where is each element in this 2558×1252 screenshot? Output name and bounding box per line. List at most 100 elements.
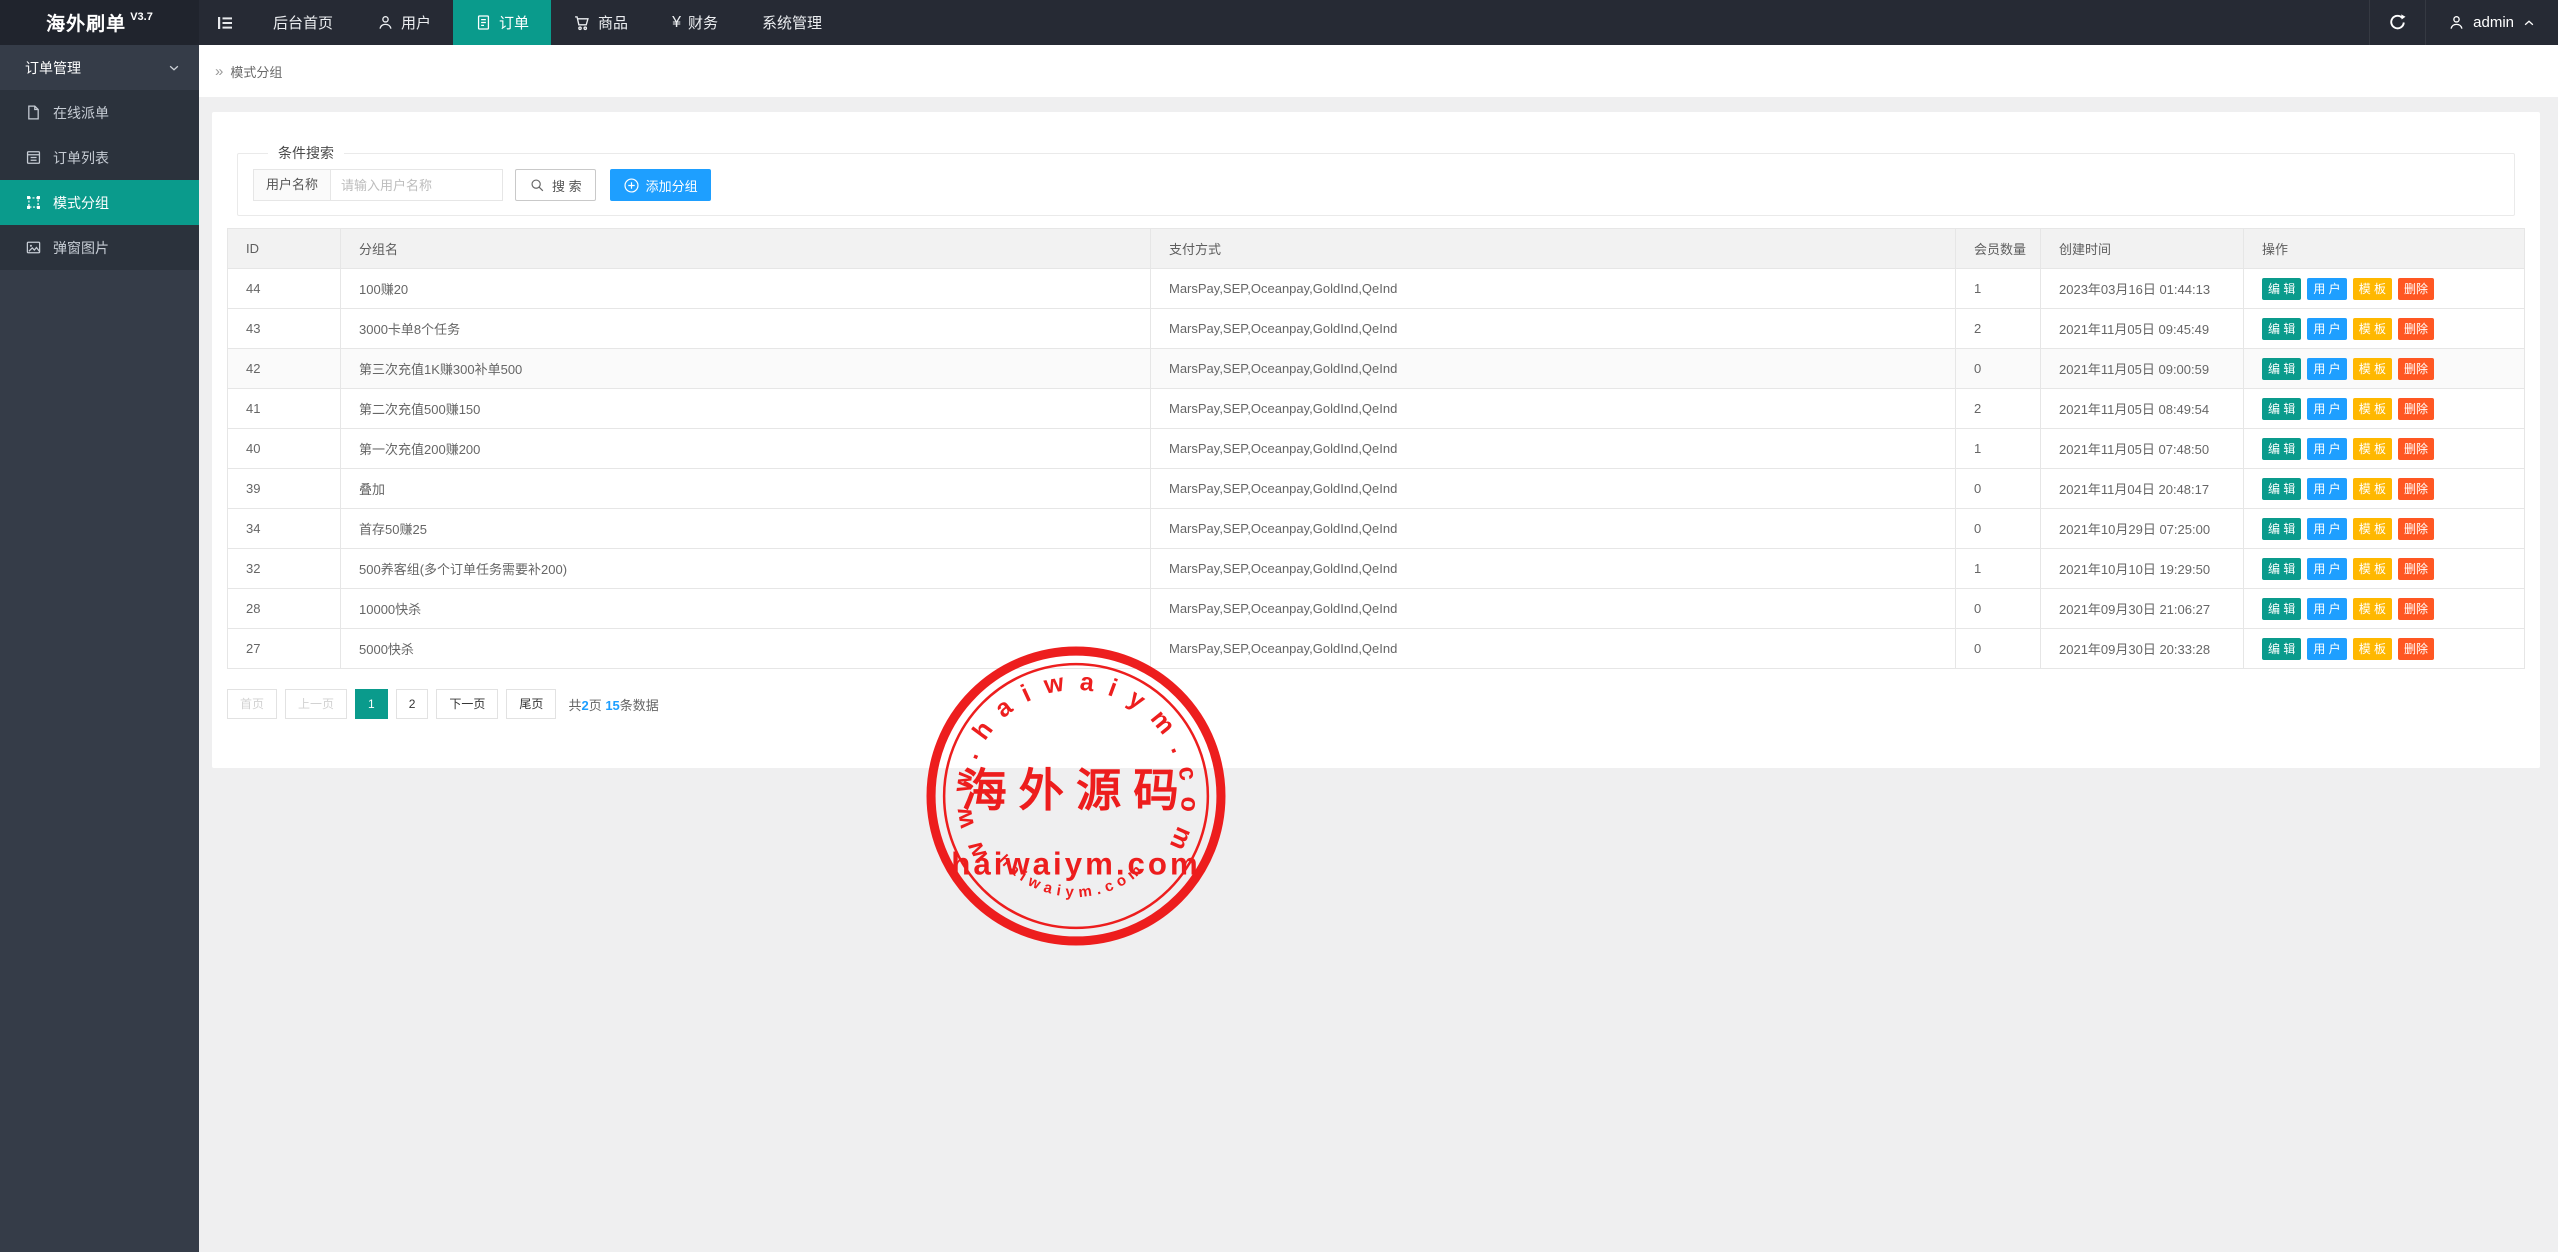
cell-members: 1 (1956, 269, 2041, 309)
column-group-name: 分组名 (341, 229, 1151, 269)
admin-menu[interactable]: admin (2426, 0, 2558, 45)
cell-name: 500养客组(多个订单任务需要补200) (341, 549, 1151, 589)
user-button[interactable]: 用 户 (2307, 598, 2346, 620)
cell-id: 40 (228, 429, 341, 469)
template-button[interactable]: 模 板 (2353, 278, 2392, 300)
delete-button[interactable]: 删除 (2398, 438, 2434, 460)
username-input[interactable] (331, 169, 503, 201)
delete-button[interactable]: 删除 (2398, 558, 2434, 580)
edit-button[interactable]: 编 辑 (2262, 438, 2301, 460)
template-button[interactable]: 模 板 (2353, 358, 2392, 380)
cell-members: 1 (1956, 549, 2041, 589)
cell-name: 10000快杀 (341, 589, 1151, 629)
breadcrumb-label: 模式分组 (230, 62, 282, 81)
delete-button[interactable]: 删除 (2398, 358, 2434, 380)
template-button[interactable]: 模 板 (2353, 558, 2392, 580)
add-group-button[interactable]: 添加分组 (610, 169, 711, 201)
delete-button[interactable]: 删除 (2398, 278, 2434, 300)
first-page-button: 首页 (227, 689, 277, 719)
cell-payment: MarsPay,SEP,Oceanpay,GoldInd,QeInd (1151, 469, 1956, 509)
object-group-icon (25, 194, 42, 211)
cell-id: 27 (228, 629, 341, 669)
edit-button[interactable]: 编 辑 (2262, 278, 2301, 300)
delete-button[interactable]: 删除 (2398, 318, 2434, 340)
breadcrumb: » 模式分组 (199, 45, 2558, 97)
user-button[interactable]: 用 户 (2307, 358, 2346, 380)
edit-button[interactable]: 编 辑 (2262, 398, 2301, 420)
user-button[interactable]: 用 户 (2307, 318, 2346, 340)
refresh-button[interactable] (2369, 0, 2426, 45)
menu-item-dashboard[interactable]: 后台首页 (251, 0, 355, 45)
sidebar-item-label: 弹窗图片 (53, 238, 109, 258)
sidebar-section-order-management[interactable]: 订单管理 (0, 45, 199, 90)
user-button[interactable]: 用 户 (2307, 398, 2346, 420)
top-menu: 后台首页 用户 订单 商品 ¥ 财务 系统管理 (251, 0, 844, 45)
template-button[interactable]: 模 板 (2353, 398, 2392, 420)
column-actions: 操作 (2244, 229, 2525, 269)
sidebar-item-popup-images[interactable]: 弹窗图片 (0, 225, 199, 270)
sidebar: 订单管理 在线派单 订单列表 (0, 45, 199, 1252)
search-icon (529, 177, 546, 194)
page-number-2[interactable]: 2 (396, 689, 429, 719)
cell-id: 32 (228, 549, 341, 589)
delete-button[interactable]: 删除 (2398, 478, 2434, 500)
prev-page-button: 上一页 (285, 689, 347, 719)
last-page-button[interactable]: 尾页 (506, 689, 556, 719)
edit-button[interactable]: 编 辑 (2262, 598, 2301, 620)
edit-button[interactable]: 编 辑 (2262, 518, 2301, 540)
edit-button[interactable]: 编 辑 (2262, 478, 2301, 500)
cell-actions: 编 辑用 户模 板删除 (2244, 549, 2525, 589)
table-row: 275000快杀MarsPay,SEP,Oceanpay,GoldInd,QeI… (228, 629, 2525, 669)
menu-item-orders[interactable]: 订单 (453, 0, 551, 45)
delete-button[interactable]: 删除 (2398, 598, 2434, 620)
edit-button[interactable]: 编 辑 (2262, 558, 2301, 580)
delete-button[interactable]: 删除 (2398, 398, 2434, 420)
cell-name: 5000快杀 (341, 629, 1151, 669)
cell-payment: MarsPay,SEP,Oceanpay,GoldInd,QeInd (1151, 349, 1956, 389)
sidebar-toggle-button[interactable] (199, 0, 251, 45)
user-button[interactable]: 用 户 (2307, 438, 2346, 460)
edit-button[interactable]: 编 辑 (2262, 358, 2301, 380)
user-button[interactable]: 用 户 (2307, 478, 2346, 500)
template-button[interactable]: 模 板 (2353, 318, 2392, 340)
template-button[interactable]: 模 板 (2353, 478, 2392, 500)
cell-members: 2 (1956, 309, 2041, 349)
page-number-1[interactable]: 1 (355, 689, 388, 719)
main-content: 条件搜索 用户名称 搜 索 添加分组 (199, 97, 2558, 1252)
user-button[interactable]: 用 户 (2307, 558, 2346, 580)
menu-item-finance[interactable]: ¥ 财务 (650, 0, 740, 45)
user-button[interactable]: 用 户 (2307, 638, 2346, 660)
edit-button[interactable]: 编 辑 (2262, 638, 2301, 660)
menu-item-users[interactable]: 用户 (355, 0, 453, 45)
navbar-right: admin (2369, 0, 2558, 45)
pagination-buttons: 首页上一页 12下一页尾页 (227, 689, 564, 719)
delete-button[interactable]: 删除 (2398, 638, 2434, 660)
user-button[interactable]: 用 户 (2307, 518, 2346, 540)
cell-actions: 编 辑用 户模 板删除 (2244, 349, 2525, 389)
search-fieldset: 条件搜索 用户名称 搜 索 添加分组 (237, 143, 2515, 216)
cell-actions: 编 辑用 户模 板删除 (2244, 389, 2525, 429)
menu-item-goods[interactable]: 商品 (551, 0, 650, 45)
menu-item-system[interactable]: 系统管理 (740, 0, 844, 45)
template-button[interactable]: 模 板 (2353, 598, 2392, 620)
sidebar-item-order-list[interactable]: 订单列表 (0, 135, 199, 180)
sidebar-item-online-dispatch[interactable]: 在线派单 (0, 90, 199, 135)
template-button[interactable]: 模 板 (2353, 518, 2392, 540)
document-icon (475, 14, 492, 31)
template-button[interactable]: 模 板 (2353, 638, 2392, 660)
plus-circle-icon (623, 177, 640, 194)
template-button[interactable]: 模 板 (2353, 438, 2392, 460)
cell-members: 1 (1956, 429, 2041, 469)
total-pages: 2 (581, 698, 588, 713)
search-button[interactable]: 搜 索 (515, 169, 596, 201)
menu-label: 用户 (401, 12, 431, 33)
cart-icon (573, 14, 591, 32)
user-button[interactable]: 用 户 (2307, 278, 2346, 300)
delete-button[interactable]: 删除 (2398, 518, 2434, 540)
edit-button[interactable]: 编 辑 (2262, 318, 2301, 340)
column-payment-methods: 支付方式 (1151, 229, 1956, 269)
table-row: 32500养客组(多个订单任务需要补200)MarsPay,SEP,Oceanp… (228, 549, 2525, 589)
next-page-button[interactable]: 下一页 (436, 689, 498, 719)
sidebar-item-mode-groups[interactable]: 模式分组 (0, 180, 199, 225)
sidebar-item-label: 订单列表 (53, 148, 109, 168)
